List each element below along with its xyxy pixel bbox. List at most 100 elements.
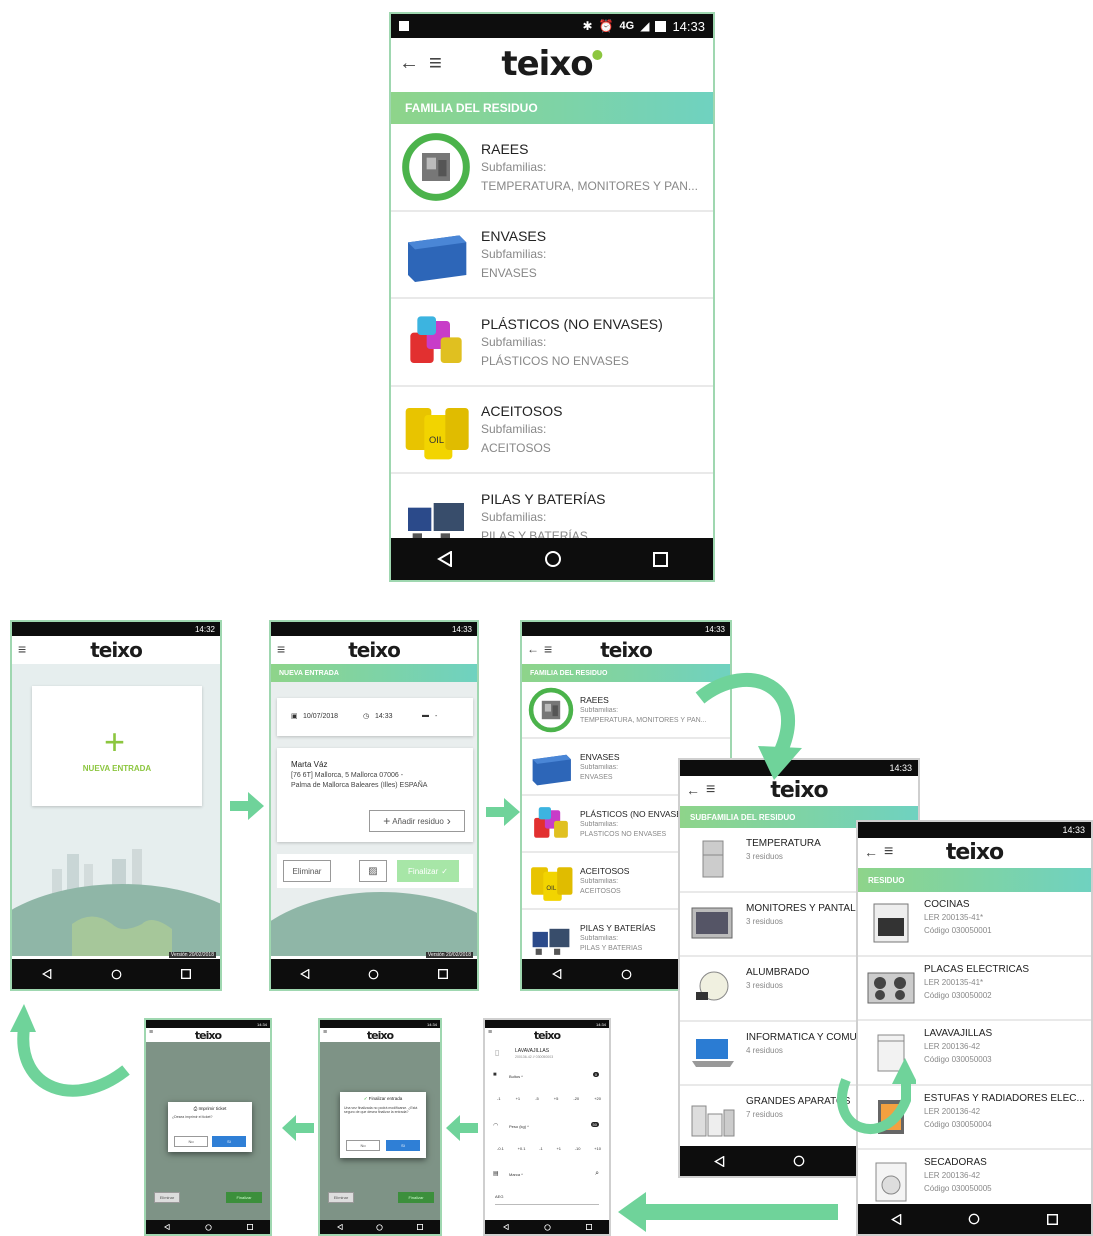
finish-button[interactable]: Finalizar: [398, 1192, 434, 1203]
section-title: SUBFAMILIA DEL RESIDUO: [690, 812, 796, 822]
bultos-value[interactable]: 0: [592, 1072, 599, 1077]
stepper-button[interactable]: +1: [516, 1096, 521, 1101]
back-nav-icon[interactable]: [336, 1224, 343, 1230]
dialog-yes-button[interactable]: Sí: [386, 1140, 420, 1151]
vehicle-value[interactable]: -: [435, 713, 437, 720]
dialog-yes-button[interactable]: Sí: [212, 1136, 246, 1147]
familia-list-item[interactable]: PLÁSTICOS (NO ENVASES) Subfamilias: PLÁS…: [391, 299, 713, 387]
menu-icon[interactable]: ≡: [323, 1029, 327, 1036]
home-nav-icon[interactable]: [111, 969, 122, 980]
form-item-header: ▯ LAVAVAJILLAS 200136-42 // 030050003: [489, 1046, 605, 1064]
app-header: ← ≡ teixo: [858, 838, 1091, 868]
recents-nav-icon[interactable]: [246, 1224, 253, 1230]
menu-icon[interactable]: ≡: [149, 1029, 153, 1036]
stepper-button[interactable]: +1: [556, 1146, 561, 1151]
stepper-button[interactable]: -20: [573, 1096, 579, 1101]
menu-icon[interactable]: ≡: [884, 843, 893, 861]
back-nav-icon[interactable]: [891, 1213, 902, 1225]
residuo-list-item[interactable]: PLACAS ELÉCTRICAS LER 200135-41* Código …: [858, 957, 1091, 1022]
familia-list-item[interactable]: RAEES Subfamilias: TEMPERATURA, MONITORE…: [391, 124, 713, 212]
home-nav-icon[interactable]: [621, 969, 632, 980]
recents-nav-icon[interactable]: [437, 969, 448, 979]
marca-row: ▤ Marca * ⌕: [493, 1170, 601, 1182]
clock: 14:33: [889, 763, 912, 773]
back-nav-icon[interactable]: [436, 551, 453, 567]
photo-button[interactable]: ▨: [359, 860, 387, 882]
stepper-button[interactable]: +0.1: [518, 1146, 526, 1151]
back-arrow-icon[interactable]: ←: [864, 844, 878, 860]
entry-time[interactable]: 14:33: [375, 713, 393, 720]
delete-button[interactable]: Eliminar: [328, 1192, 354, 1203]
menu-icon[interactable]: ≡: [488, 1029, 492, 1036]
recents-nav-icon[interactable]: [585, 1224, 592, 1230]
section-title: RESIDUO: [868, 875, 905, 885]
stepper-button[interactable]: -1: [539, 1146, 543, 1151]
stepper-button[interactable]: -1: [497, 1096, 501, 1101]
back-nav-icon[interactable]: [163, 1224, 170, 1230]
recents-nav-icon[interactable]: [180, 969, 191, 979]
back-nav-icon[interactable]: [551, 969, 562, 979]
home-nav-icon[interactable]: [543, 1223, 551, 1231]
residuo-name: PLACAS ELÉCTRICAS: [924, 963, 1030, 975]
menu-icon[interactable]: ≡: [544, 641, 552, 657]
add-residuo-button[interactable]: + Añadir residuo ›: [369, 810, 465, 832]
dialog-no-button[interactable]: No: [174, 1136, 208, 1147]
finish-button[interactable]: Finalizar ✓: [397, 860, 459, 882]
stepper-button[interactable]: +5: [554, 1096, 559, 1101]
home-nav-icon[interactable]: [204, 1223, 212, 1231]
menu-icon[interactable]: ≡: [429, 50, 442, 76]
stepper-button[interactable]: -10: [575, 1146, 581, 1151]
search-icon[interactable]: ⌕: [595, 1170, 599, 1178]
recents-nav-icon[interactable]: [652, 551, 668, 567]
back-nav-icon[interactable]: [714, 1155, 725, 1167]
delete-button[interactable]: Eliminar: [154, 1192, 180, 1203]
finish-button[interactable]: Finalizar: [226, 1192, 262, 1203]
home-nav-icon[interactable]: [793, 1155, 805, 1167]
teixo-logo: teixo: [533, 1029, 561, 1042]
delete-button[interactable]: Eliminar: [283, 860, 331, 882]
app-header: ≡ teixo: [485, 1028, 609, 1042]
residuo-list-item[interactable]: COCINAS LER 200135-41* Código 030050001: [858, 892, 1091, 957]
marca-label: Marca *: [509, 1172, 523, 1177]
entry-date[interactable]: 10/07/2018: [303, 713, 338, 720]
home-nav-icon[interactable]: [376, 1223, 384, 1231]
check-icon: ✓: [441, 866, 448, 876]
teixo-logo: teixo: [90, 638, 143, 662]
peso-value[interactable]: 50: [590, 1122, 599, 1127]
form-item-code: 200136-42 // 030050003: [515, 1055, 554, 1059]
home-nav-icon[interactable]: [368, 969, 379, 980]
menu-icon[interactable]: ≡: [277, 641, 285, 657]
dialog-no-button[interactable]: No: [346, 1140, 380, 1151]
peso-label: Peso (kg) *: [509, 1124, 529, 1129]
stepper-button[interactable]: +20: [594, 1096, 601, 1101]
menu-icon[interactable]: ≡: [18, 641, 26, 657]
status-bar: ✱ ⏰ 4G ◢ 14:33: [391, 14, 713, 38]
client-card[interactable]: Marta Váz [76 6T] Mallorca, 5 Mallorca 0…: [277, 748, 473, 842]
recents-nav-icon[interactable]: [417, 1224, 424, 1230]
oil-barrel-icon: OIL: [522, 853, 580, 908]
section-title-bar: FAMILIA DEL RESIDUO: [391, 92, 713, 124]
new-entry-card[interactable]: + NUEVA ENTRADA: [32, 686, 202, 806]
marca-input[interactable]: AEG: [495, 1194, 599, 1205]
familia-name: ACEITOSOS: [481, 403, 563, 420]
back-nav-icon[interactable]: [502, 1224, 509, 1230]
back-arrow-icon[interactable]: ←: [399, 52, 419, 75]
back-nav-icon[interactable]: [41, 969, 52, 979]
back-nav-icon[interactable]: [300, 969, 310, 979]
status-bar: 14:34: [485, 1020, 609, 1028]
back-arrow-icon[interactable]: ←: [527, 642, 539, 656]
stepper-button[interactable]: +10: [594, 1146, 601, 1151]
no-label: No: [188, 1139, 194, 1144]
plastic-cups-icon: [522, 796, 580, 851]
bultos-steps: -1 +1 -5 +5 -20 +20: [497, 1096, 601, 1101]
stepper-button[interactable]: -0.1: [497, 1146, 504, 1151]
home-nav-icon[interactable]: [968, 1213, 980, 1225]
familia-list-item[interactable]: ENVASES Subfamilias: ENVASES: [391, 212, 713, 299]
subfamilias-label: Subfamilias:: [481, 247, 547, 262]
flow-arrow-left-icon: [446, 1115, 478, 1141]
recents-nav-icon[interactable]: [1046, 1213, 1058, 1225]
stepper-button[interactable]: -5: [535, 1096, 539, 1101]
clock: 14:33: [672, 18, 705, 34]
home-nav-icon[interactable]: [544, 550, 562, 568]
familia-list-item[interactable]: OIL ACEITOSOS Subfamilias: ACEITOSOS: [391, 387, 713, 474]
